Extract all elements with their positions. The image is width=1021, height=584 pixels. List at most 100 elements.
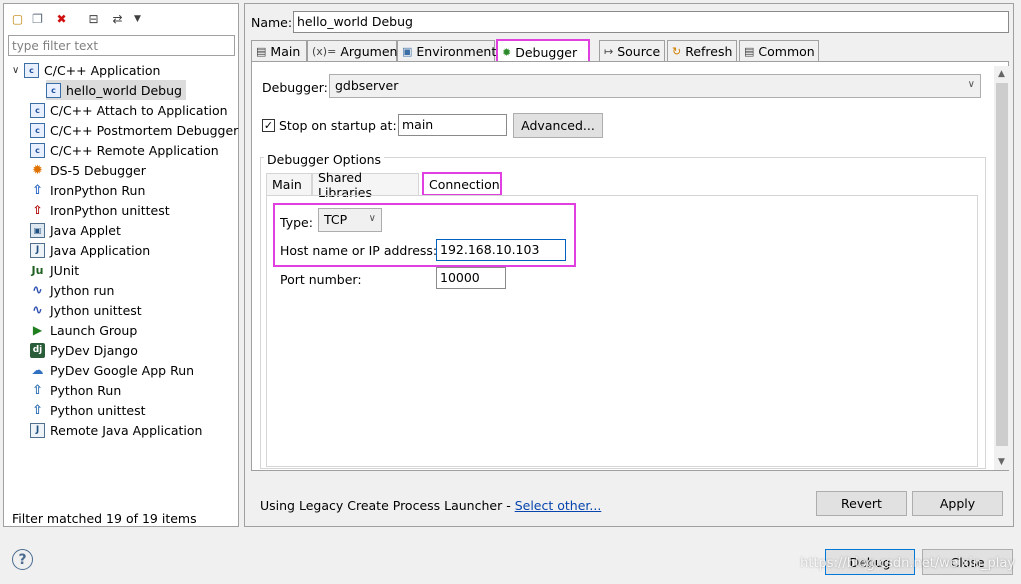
tab-label: Source: [617, 44, 661, 59]
tree-item-ironpython-unittest[interactable]: ⇧ IronPython unittest: [30, 200, 170, 220]
type-select[interactable]: TCP ∨: [318, 208, 382, 232]
filter-input[interactable]: [8, 35, 235, 56]
filter-icon[interactable]: ⇄: [110, 11, 125, 26]
jython-icon: ∿: [32, 282, 43, 298]
java-app-icon: J: [30, 242, 45, 258]
c-app-icon: c: [30, 122, 45, 138]
tree-item-cpp-attach[interactable]: c C/C++ Attach to Application: [30, 100, 228, 120]
scroll-down-icon[interactable]: ▼: [994, 454, 1009, 470]
stop-on-startup-checkbox[interactable]: ✓: [262, 119, 275, 132]
django-icon: dj: [30, 342, 45, 358]
filter-status: Filter matched 19 of 19 items: [12, 511, 197, 526]
tree-item-hello-world-debug[interactable]: c hello_world Debug: [46, 80, 186, 100]
tree-item-label: IronPython unittest: [50, 202, 170, 218]
source-icon: ↦: [604, 45, 614, 58]
tab-debugger[interactable]: ✹ Debugger: [496, 39, 590, 64]
java-applet-icon: ▣: [30, 222, 45, 238]
tree-item-label: DS-5 Debugger: [50, 162, 146, 178]
advanced-button[interactable]: Advanced...: [513, 113, 603, 138]
help-icon[interactable]: ?: [12, 549, 33, 570]
subtab-main[interactable]: Main: [266, 173, 312, 195]
host-field[interactable]: 192.168.10.103: [436, 239, 566, 261]
tab-main[interactable]: ▤ Main: [251, 40, 307, 62]
subtab-shared-libraries[interactable]: Shared Libraries: [312, 170, 419, 200]
chevron-down-icon: ∨: [967, 79, 975, 90]
environment-icon: ▣: [402, 45, 413, 58]
debugger-select-value: gdbserver: [335, 78, 399, 93]
tab-common[interactable]: ▤ Common: [739, 40, 819, 62]
tab-label: Main: [270, 44, 301, 59]
tree-item-label: PyDev Google App Run: [50, 362, 195, 378]
tree-item-label: hello_world Debug: [66, 82, 182, 98]
tree-item-jython-unittest[interactable]: ∿ Jython unittest: [30, 300, 142, 320]
debugger-options-legend: Debugger Options: [264, 152, 385, 167]
tree-item-cpp-remote[interactable]: c C/C++ Remote Application: [30, 140, 219, 160]
expand-chevron-icon[interactable]: ∨: [12, 65, 24, 76]
tab-environment[interactable]: ▣ Environment: [397, 40, 496, 62]
c-app-icon: c: [24, 62, 39, 78]
view-menu-icon[interactable]: ▼: [130, 11, 145, 26]
python-icon: ⇧: [32, 382, 43, 398]
type-select-value: TCP: [324, 212, 348, 227]
tree-item-junit[interactable]: Ju JUnit: [30, 260, 80, 280]
tree-item-pydev-google-app[interactable]: ☁ PyDev Google App Run: [30, 360, 195, 380]
delete-icon[interactable]: ✖: [54, 11, 69, 26]
tab-label: Refresh: [685, 44, 733, 59]
apply-button[interactable]: Apply: [912, 491, 1003, 516]
collapse-all-icon[interactable]: ⊟: [86, 11, 101, 26]
tree-item-label: PyDev Django: [50, 342, 138, 358]
tree-item-ironpython-run[interactable]: ⇧ IronPython Run: [30, 180, 145, 200]
google-app-icon: ☁: [31, 363, 44, 377]
tree-item-python-unittest[interactable]: ⇧ Python unittest: [30, 400, 146, 420]
name-field[interactable]: hello_world Debug: [293, 11, 1009, 33]
bug-icon: ✹: [502, 45, 512, 59]
select-other-link[interactable]: Select other...: [515, 498, 602, 513]
tree-item-java-application[interactable]: J Java Application: [30, 240, 150, 260]
duplicate-icon[interactable]: ❐: [30, 11, 45, 26]
arguments-icon: (x)=: [312, 45, 337, 58]
tab-label: Debugger: [515, 44, 578, 60]
scroll-up-icon[interactable]: ▲: [994, 66, 1009, 82]
tree-item-remote-java[interactable]: J Remote Java Application: [30, 420, 202, 440]
tree-item-label: Java Application: [50, 242, 151, 258]
c-app-icon: c: [30, 142, 45, 158]
tree-item-label: JUnit: [50, 262, 80, 278]
tree-item-label: Jython unittest: [50, 302, 142, 318]
type-label: Type:: [280, 215, 313, 230]
subtab-connection[interactable]: Connection: [422, 172, 502, 196]
tree-item-label: Python unittest: [50, 402, 146, 418]
tab-refresh[interactable]: ↻ Refresh: [667, 40, 737, 62]
tree-item-ds5-debugger[interactable]: ✹ DS-5 Debugger: [30, 160, 146, 180]
tree-item-jython-run[interactable]: ∿ Jython run: [30, 280, 114, 300]
tree-item-cpp-postmortem[interactable]: c C/C++ Postmortem Debugger: [30, 120, 238, 140]
subtab-label: Connection: [429, 177, 500, 192]
debugger-label: Debugger:: [262, 80, 328, 95]
launcher-label: Using Legacy Create Process Launcher -: [260, 498, 515, 513]
port-field[interactable]: 10000: [436, 267, 506, 289]
watermark: https://blog.csdn.net/weixin_play: [800, 556, 1015, 571]
revert-button[interactable]: Revert: [816, 491, 907, 516]
python-unittest-icon: ⇧: [32, 402, 43, 418]
tree-item-pydev-django[interactable]: dj PyDev Django: [30, 340, 138, 360]
debugger-tab-content: Debugger: gdbserver ∨ ▲ ▼ ✓ Stop on star…: [251, 61, 1009, 471]
tree-item-label: C/C++ Application: [44, 62, 161, 78]
tree-item-cpp-application[interactable]: ∨ c C/C++ Application: [12, 60, 160, 80]
launch-config-tree-panel: ▢ ❐ ✖ ⊟ ⇄ ▼ ∨ c C/C++ Application c hell…: [3, 3, 239, 527]
tab-source[interactable]: ↦ Source: [599, 40, 665, 62]
tree-item-java-applet[interactable]: ▣ Java Applet: [30, 220, 121, 240]
tree-item-python-run[interactable]: ⇧ Python Run: [30, 380, 121, 400]
name-label: Name:: [251, 15, 293, 30]
tab-arguments[interactable]: (x)= Arguments: [307, 40, 409, 62]
tree-item-label: Launch Group: [50, 322, 138, 338]
debugger-select[interactable]: gdbserver ∨: [329, 74, 981, 98]
tree-item-label: Python Run: [50, 382, 122, 398]
ironpython-unittest-icon: ⇧: [32, 203, 43, 217]
tree-item-launch-group[interactable]: ▶ Launch Group: [30, 320, 137, 340]
scrollbar-thumb[interactable]: [996, 83, 1008, 446]
stop-on-startup-field[interactable]: main: [398, 114, 507, 136]
c-app-icon: c: [30, 102, 45, 118]
new-config-icon[interactable]: ▢: [10, 11, 25, 26]
jython-unittest-icon: ∿: [32, 302, 43, 318]
tree-item-label: Jython run: [50, 282, 115, 298]
main-tab-icon: ▤: [256, 45, 267, 58]
